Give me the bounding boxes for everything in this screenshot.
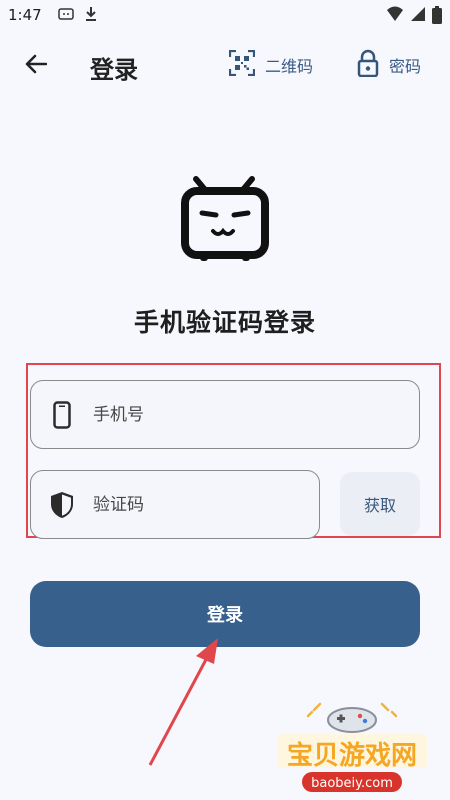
svg-text:baobeiy.com: baobeiy.com [311,776,393,791]
signal-icon [410,6,426,26]
qr-code-login-button[interactable]: 二维码 [228,49,314,80]
password-login-button[interactable]: 密码 [357,49,422,81]
password-label: 密码 [389,57,422,76]
back-button[interactable] [18,48,54,84]
qr-code-label: 二维码 [265,57,314,76]
wifi-icon [386,6,404,26]
smartphone-icon [47,400,77,430]
get-code-button[interactable]: 获取 [340,472,420,536]
download-icon [84,6,98,26]
qr-code-icon [228,49,256,80]
notification-icon [58,6,74,25]
shield-icon [47,490,77,520]
arrow-left-icon [25,54,48,78]
baobei-watermark: baobeiy.com 宝贝游戏网 [272,700,432,795]
page-title: 登录 [90,56,138,84]
watermark-text: 宝贝游戏网 [286,741,417,771]
login-heading: 手机验证码登录 [133,308,316,337]
phone-field[interactable] [30,380,420,449]
status-bar: 1:47 [0,0,450,30]
status-time: 1:47 [8,6,42,24]
bilibili-tv-logo-icon [180,175,270,263]
verification-code-field[interactable] [30,470,320,539]
lock-icon [357,49,379,81]
annotation-arrow-icon [148,638,218,766]
phone-input[interactable] [91,403,315,426]
verification-code-input[interactable] [91,493,255,516]
battery-icon [432,6,442,28]
app-bar: 登录 二维码 密码 [0,38,450,94]
